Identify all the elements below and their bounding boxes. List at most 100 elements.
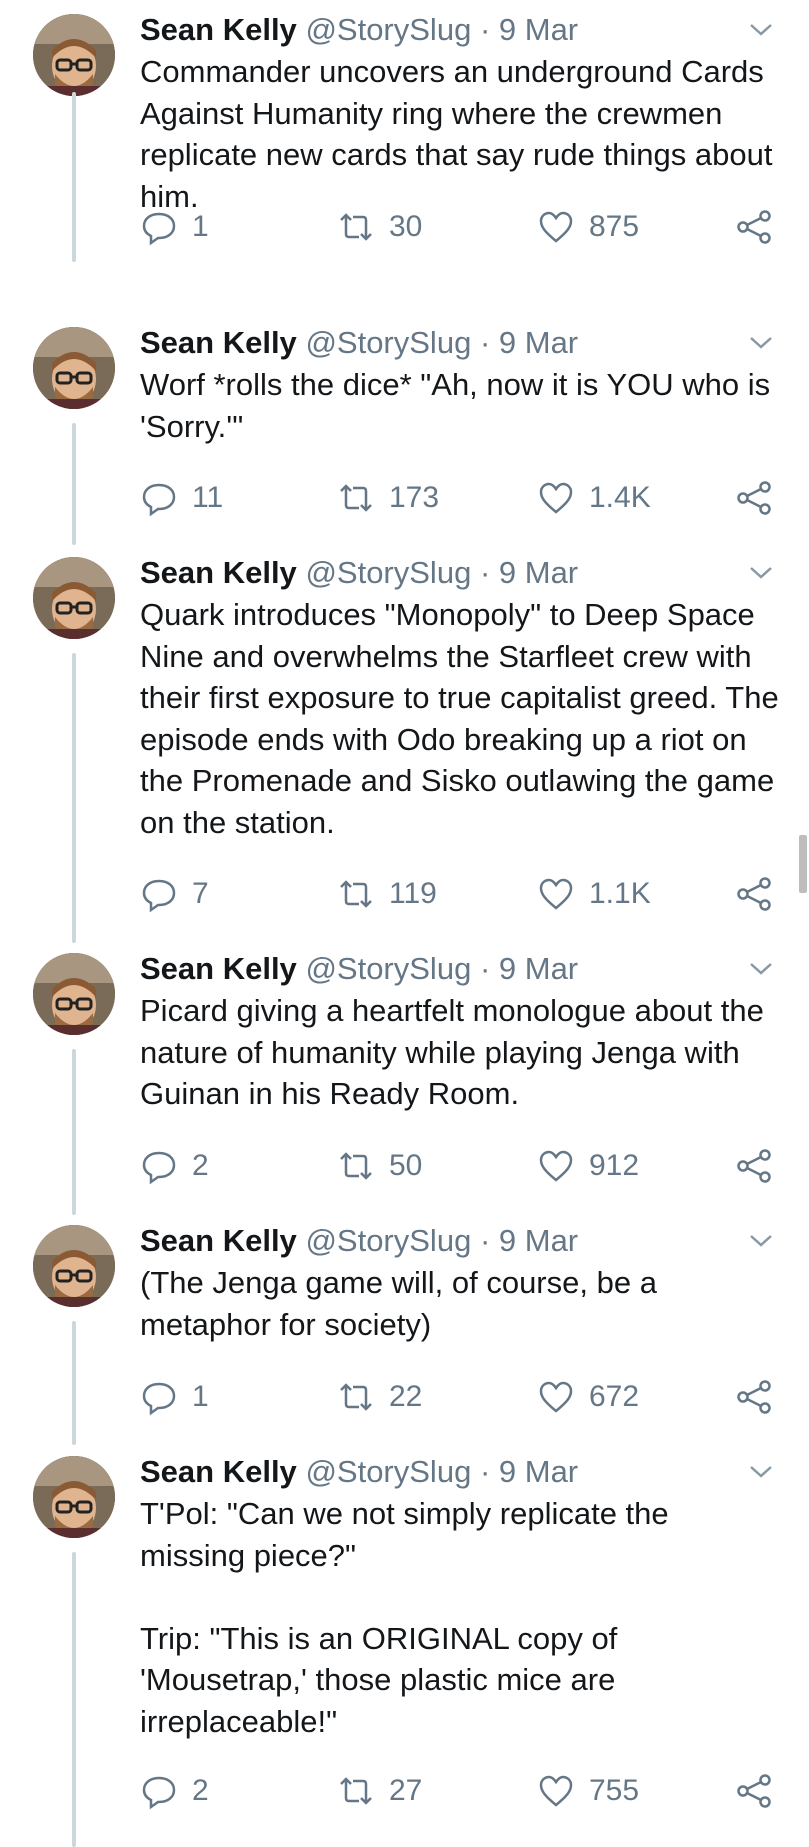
- share-icon: [737, 1774, 771, 1808]
- avatar[interactable]: [33, 953, 115, 1035]
- tweet-date[interactable]: 9 Mar: [499, 12, 578, 47]
- share-button[interactable]: [735, 1146, 787, 1186]
- author-handle[interactable]: @StorySlug: [305, 951, 471, 986]
- retweet-icon: [340, 1152, 372, 1180]
- tweet-date[interactable]: 9 Mar: [499, 1223, 578, 1258]
- tweet-header: Sean Kelly @StorySlug · 9 Mar: [140, 1223, 578, 1259]
- tweet-header: Sean Kelly @StorySlug · 9 Mar: [140, 12, 578, 48]
- separator: ·: [479, 12, 491, 47]
- author-name[interactable]: Sean Kelly: [140, 555, 297, 590]
- share-icon: [737, 1380, 771, 1414]
- avatar[interactable]: [33, 327, 115, 409]
- reply-button[interactable]: 2: [140, 1146, 209, 1186]
- reply-icon: [142, 1151, 176, 1185]
- retweet-count: 22: [389, 1380, 423, 1413]
- share-button[interactable]: [735, 1377, 787, 1417]
- like-count: 1.4K: [589, 481, 651, 514]
- chevron-down-icon[interactable]: [746, 333, 776, 353]
- tweet-text: T'Pol: "Can we not simply replicate the …: [140, 1496, 669, 1739]
- share-icon: [737, 877, 771, 911]
- tweet-actions: 2 27 755: [140, 1771, 790, 1811]
- tweet-actions: 1 30 875: [140, 207, 790, 247]
- share-icon: [737, 1149, 771, 1183]
- scrollbar[interactable]: [799, 835, 807, 893]
- like-button[interactable]: 875: [537, 207, 639, 247]
- avatar[interactable]: [33, 1456, 115, 1538]
- avatar[interactable]: [33, 557, 115, 639]
- reply-button[interactable]: 7: [140, 874, 209, 914]
- tweet-date[interactable]: 9 Mar: [499, 555, 578, 590]
- like-button[interactable]: 912: [537, 1146, 639, 1186]
- share-button[interactable]: [735, 478, 787, 518]
- share-button[interactable]: [735, 207, 787, 247]
- tweet-actions: 1 22 672: [140, 1377, 790, 1417]
- reply-count: 1: [192, 1380, 209, 1413]
- avatar-image: [33, 1456, 115, 1538]
- reply-icon: [142, 483, 176, 517]
- author-name[interactable]: Sean Kelly: [140, 1454, 297, 1489]
- share-icon: [737, 210, 771, 244]
- share-button[interactable]: [735, 1771, 787, 1811]
- retweet-button[interactable]: 22: [337, 1377, 422, 1417]
- thread-line: [72, 92, 76, 262]
- thread-line: [72, 1049, 76, 1215]
- tweet-date[interactable]: 9 Mar: [499, 1454, 578, 1489]
- reply-button[interactable]: 1: [140, 207, 209, 247]
- tweet-date[interactable]: 9 Mar: [499, 951, 578, 986]
- share-button[interactable]: [735, 874, 787, 914]
- reply-button[interactable]: 1: [140, 1377, 209, 1417]
- retweet-button[interactable]: 27: [337, 1771, 422, 1811]
- tweet-header: Sean Kelly @StorySlug · 9 Mar: [140, 951, 578, 987]
- separator: ·: [479, 1223, 491, 1258]
- chevron-down-icon[interactable]: [746, 20, 776, 40]
- chevron-down-icon[interactable]: [746, 1462, 776, 1482]
- reply-count: 2: [192, 1774, 209, 1807]
- author-handle[interactable]: @StorySlug: [305, 1223, 471, 1258]
- reply-count: 7: [192, 877, 209, 910]
- author-name[interactable]: Sean Kelly: [140, 12, 297, 47]
- tweet-header: Sean Kelly @StorySlug · 9 Mar: [140, 555, 578, 591]
- author-handle[interactable]: @StorySlug: [305, 555, 471, 590]
- reply-button[interactable]: 11: [140, 478, 223, 518]
- author-name[interactable]: Sean Kelly: [140, 1223, 297, 1258]
- tweet-text: Worf *rolls the dice* "Ah, now it is YOU…: [140, 367, 779, 444]
- retweet-count: 50: [389, 1149, 423, 1182]
- author-handle[interactable]: @StorySlug: [305, 12, 471, 47]
- heart-icon: [539, 878, 573, 910]
- heart-icon: [539, 1150, 573, 1182]
- like-button[interactable]: 1.4K: [537, 478, 651, 518]
- retweet-icon: [340, 1777, 372, 1805]
- retweet-count: 30: [389, 210, 423, 243]
- avatar-image: [33, 557, 115, 639]
- retweet-button[interactable]: 119: [337, 874, 437, 914]
- thread-line: [72, 1321, 76, 1445]
- retweet-button[interactable]: 30: [337, 207, 422, 247]
- retweet-icon: [340, 1383, 372, 1411]
- author-name[interactable]: Sean Kelly: [140, 325, 297, 360]
- avatar[interactable]: [33, 1225, 115, 1307]
- author-handle[interactable]: @StorySlug: [305, 1454, 471, 1489]
- like-button[interactable]: 755: [537, 1771, 639, 1811]
- retweet-icon: [340, 484, 372, 512]
- chevron-down-icon[interactable]: [746, 1231, 776, 1251]
- chevron-down-icon[interactable]: [746, 959, 776, 979]
- reply-button[interactable]: 2: [140, 1771, 209, 1811]
- separator: ·: [479, 951, 491, 986]
- avatar-image: [33, 327, 115, 409]
- author-name[interactable]: Sean Kelly: [140, 951, 297, 986]
- avatar[interactable]: [33, 14, 115, 96]
- tweet-text: Quark introduces "Monopoly" to Deep Spac…: [140, 597, 788, 840]
- tweet-date[interactable]: 9 Mar: [499, 325, 578, 360]
- reply-icon: [142, 1776, 176, 1810]
- author-handle[interactable]: @StorySlug: [305, 325, 471, 360]
- tweet-header: Sean Kelly @StorySlug · 9 Mar: [140, 1454, 578, 1490]
- retweet-button[interactable]: 50: [337, 1146, 422, 1186]
- like-count: 672: [589, 1380, 640, 1413]
- like-button[interactable]: 1.1K: [537, 874, 651, 914]
- like-count: 1.1K: [589, 877, 651, 910]
- tweet-actions: 2 50 912: [140, 1146, 790, 1186]
- chevron-down-icon[interactable]: [746, 563, 776, 583]
- retweet-button[interactable]: 173: [337, 478, 439, 518]
- like-button[interactable]: 672: [537, 1377, 639, 1417]
- reply-icon: [142, 879, 176, 913]
